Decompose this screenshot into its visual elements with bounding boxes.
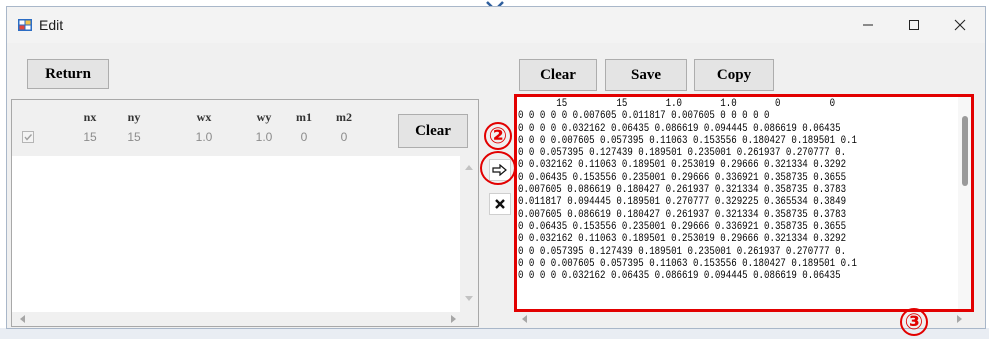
return-button[interactable]: Return <box>27 59 109 89</box>
value-nx: 15 <box>83 130 97 144</box>
scroll-right-icon <box>957 315 962 323</box>
maximize-button[interactable] <box>891 7 937 43</box>
scroll-down-icon <box>465 296 473 301</box>
save-button[interactable]: Save <box>605 59 687 91</box>
header-wx: wx <box>196 110 212 124</box>
title-bar[interactable]: Edit <box>7 7 985 43</box>
left-vertical-scrollbar[interactable] <box>460 156 478 314</box>
scroll-left-icon <box>522 315 527 323</box>
header-wy: wy <box>256 110 272 124</box>
header-m2: m2 <box>336 110 352 124</box>
maximize-icon <box>909 20 919 30</box>
value-wx: 1.0 <box>195 130 213 144</box>
data-text: 15 15 1.0 1.0 0 0 0 0 0 0 0 0.007605 0.0… <box>518 98 857 283</box>
app-icon <box>18 19 32 31</box>
right-clear-button[interactable]: Clear <box>519 59 597 91</box>
scroll-right-icon <box>451 315 456 323</box>
row-list[interactable] <box>12 156 460 314</box>
left-clear-button[interactable]: Clear <box>398 114 468 148</box>
left-horizontal-scrollbar[interactable] <box>12 312 478 326</box>
x-icon <box>495 199 505 209</box>
value-m2: 0 <box>340 130 348 144</box>
annotation-callout-2: ② <box>484 122 512 150</box>
value-wy: 1.0 <box>255 130 273 144</box>
header-nx: nx <box>83 110 97 124</box>
annotation-ring <box>480 151 516 185</box>
checkmark-icon <box>24 134 33 141</box>
minimize-button[interactable] <box>845 7 891 43</box>
value-ny: 15 <box>127 130 141 144</box>
data-textbox[interactable]: 15 15 1.0 1.0 0 0 0 0 0 0 0 0.007605 0.0… <box>514 94 974 312</box>
scroll-up-icon <box>465 165 473 170</box>
minimize-icon <box>863 24 873 26</box>
value-m1: 0 <box>300 130 308 144</box>
right-scroll-thumb[interactable] <box>962 116 968 186</box>
window-title: Edit <box>39 17 64 33</box>
right-vertical-scrollbar[interactable] <box>958 96 972 310</box>
row-checkbox[interactable] <box>22 131 34 143</box>
header-m1: m1 <box>296 110 312 124</box>
annotation-callout-3: ③ <box>900 308 928 336</box>
copy-button[interactable]: Copy <box>694 59 774 91</box>
scroll-left-icon <box>20 315 25 323</box>
delete-row-button[interactable] <box>489 193 511 215</box>
close-button[interactable] <box>937 7 983 43</box>
background-strip <box>0 328 989 339</box>
close-icon <box>954 19 966 31</box>
parameter-panel: nx ny wx wy m1 m2 15 15 1.0 1.0 0 0 Clea… <box>11 99 479 327</box>
header-ny: ny <box>127 110 141 124</box>
